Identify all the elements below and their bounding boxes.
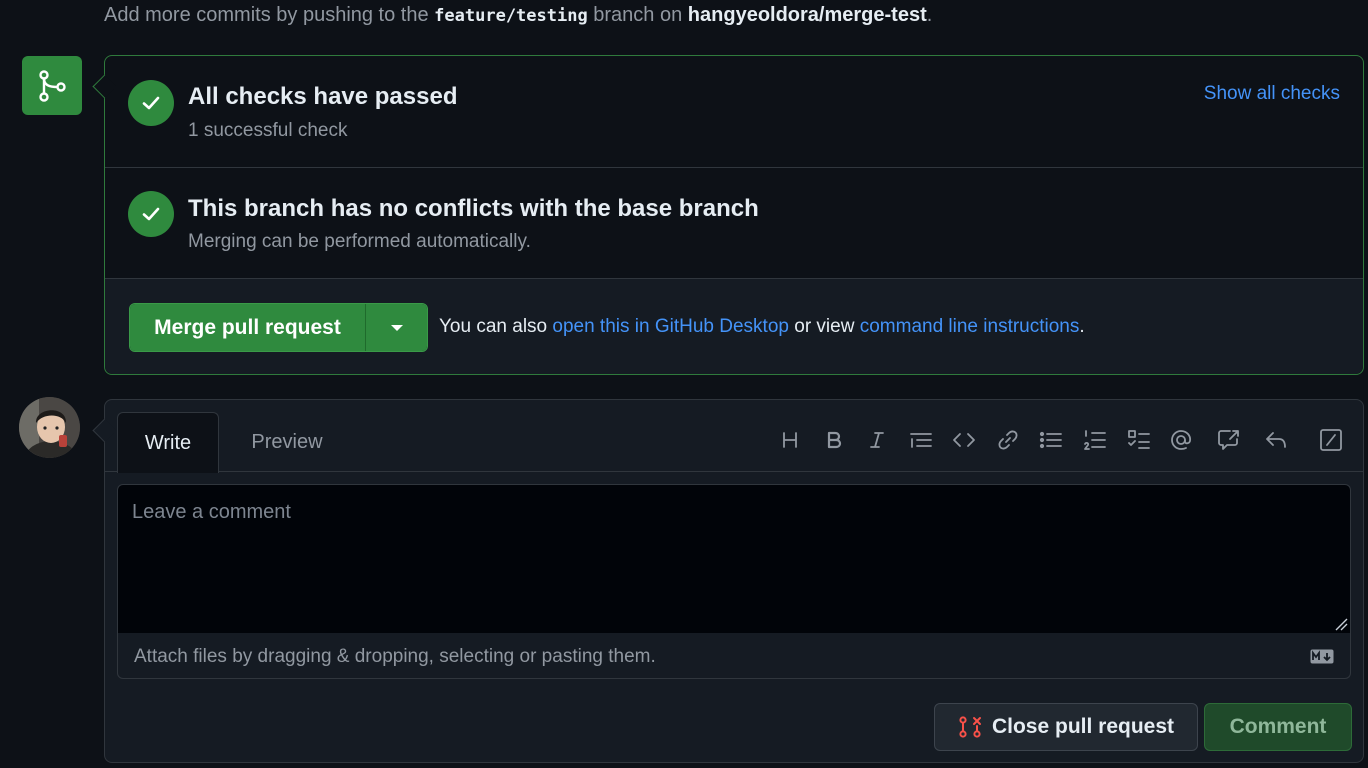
comment-textarea[interactable]: Leave a comment	[117, 484, 1351, 634]
caret-down-icon	[390, 324, 403, 331]
merge-box: All checks have passed 1 successful chec…	[104, 55, 1364, 375]
bold-icon[interactable]	[821, 427, 847, 453]
branch-name: feature/testing	[434, 6, 588, 26]
markdown-icon[interactable]	[1310, 649, 1334, 664]
tab-write[interactable]: Write	[117, 412, 219, 473]
attach-files-text: Attach files by dragging & dropping, sel…	[134, 646, 656, 667]
git-merge-icon	[22, 56, 82, 115]
unordered-list-icon[interactable]	[1038, 427, 1064, 453]
git-pull-request-closed-icon	[959, 716, 981, 738]
code-icon[interactable]	[951, 427, 977, 453]
slash-command-icon[interactable]	[1318, 427, 1344, 453]
command-line-instructions-link[interactable]: command line instructions	[860, 316, 1080, 337]
checks-section: All checks have passed 1 successful chec…	[105, 56, 1363, 168]
italic-icon[interactable]	[864, 427, 890, 453]
comment-tabs-bar: Write Preview	[105, 400, 1363, 473]
merge-method-dropdown-button[interactable]	[365, 304, 427, 351]
mention-icon[interactable]	[1168, 427, 1194, 453]
heading-icon[interactable]	[777, 427, 803, 453]
task-list-icon[interactable]	[1126, 427, 1152, 453]
conflicts-section: This branch has no conflicts with the ba…	[105, 168, 1363, 279]
alternative-merge-text: You can also open this in GitHub Desktop…	[439, 316, 1085, 338]
quote-icon[interactable]	[908, 427, 934, 453]
resize-handle-icon[interactable]	[1334, 617, 1348, 631]
push-hint-middle: branch on	[593, 4, 683, 26]
close-pull-request-button[interactable]: Close pull request	[934, 703, 1198, 751]
check-icon	[128, 80, 174, 126]
reference-icon[interactable]	[1216, 427, 1242, 453]
close-pull-request-label: Close pull request	[991, 715, 1175, 738]
push-hint-suffix: .	[926, 4, 933, 26]
also-prefix: You can also	[439, 316, 548, 337]
checks-title: All checks have passed	[188, 83, 458, 110]
github-desktop-link[interactable]: open this in GitHub Desktop	[552, 316, 789, 337]
conflicts-subtitle: Merging can be performed automatically.	[188, 231, 531, 252]
tab-preview[interactable]: Preview	[235, 412, 339, 472]
reply-icon[interactable]	[1263, 427, 1289, 453]
check-icon	[128, 191, 174, 237]
merge-button-group: Merge pull request	[129, 303, 428, 352]
conflicts-title: This branch has no conflicts with the ba…	[188, 195, 759, 222]
also-suffix: .	[1079, 316, 1085, 337]
comment-placeholder: Leave a comment	[132, 501, 291, 523]
attach-files-bar[interactable]: Attach files by dragging & dropping, sel…	[117, 633, 1351, 679]
push-hint: Add more commits by pushing to the featu…	[104, 4, 932, 27]
show-all-checks-link[interactable]: Show all checks	[1204, 83, 1340, 105]
ordered-list-icon[interactable]	[1082, 427, 1108, 453]
push-hint-prefix: Add more commits by pushing to the	[104, 4, 429, 26]
repo-name: hangyeoldora/merge-test	[687, 4, 927, 26]
merge-pull-request-button[interactable]: Merge pull request	[130, 304, 365, 351]
avatar[interactable]	[19, 397, 80, 458]
comment-button[interactable]: Comment	[1204, 703, 1352, 751]
checks-subtitle: 1 successful check	[188, 120, 348, 141]
or-view-text: or view	[794, 316, 855, 337]
comment-box: Write Preview Leave a comment Attach fil…	[104, 399, 1364, 763]
merge-actions: Merge pull request You can also open thi…	[105, 279, 1363, 374]
link-icon[interactable]	[995, 427, 1021, 453]
